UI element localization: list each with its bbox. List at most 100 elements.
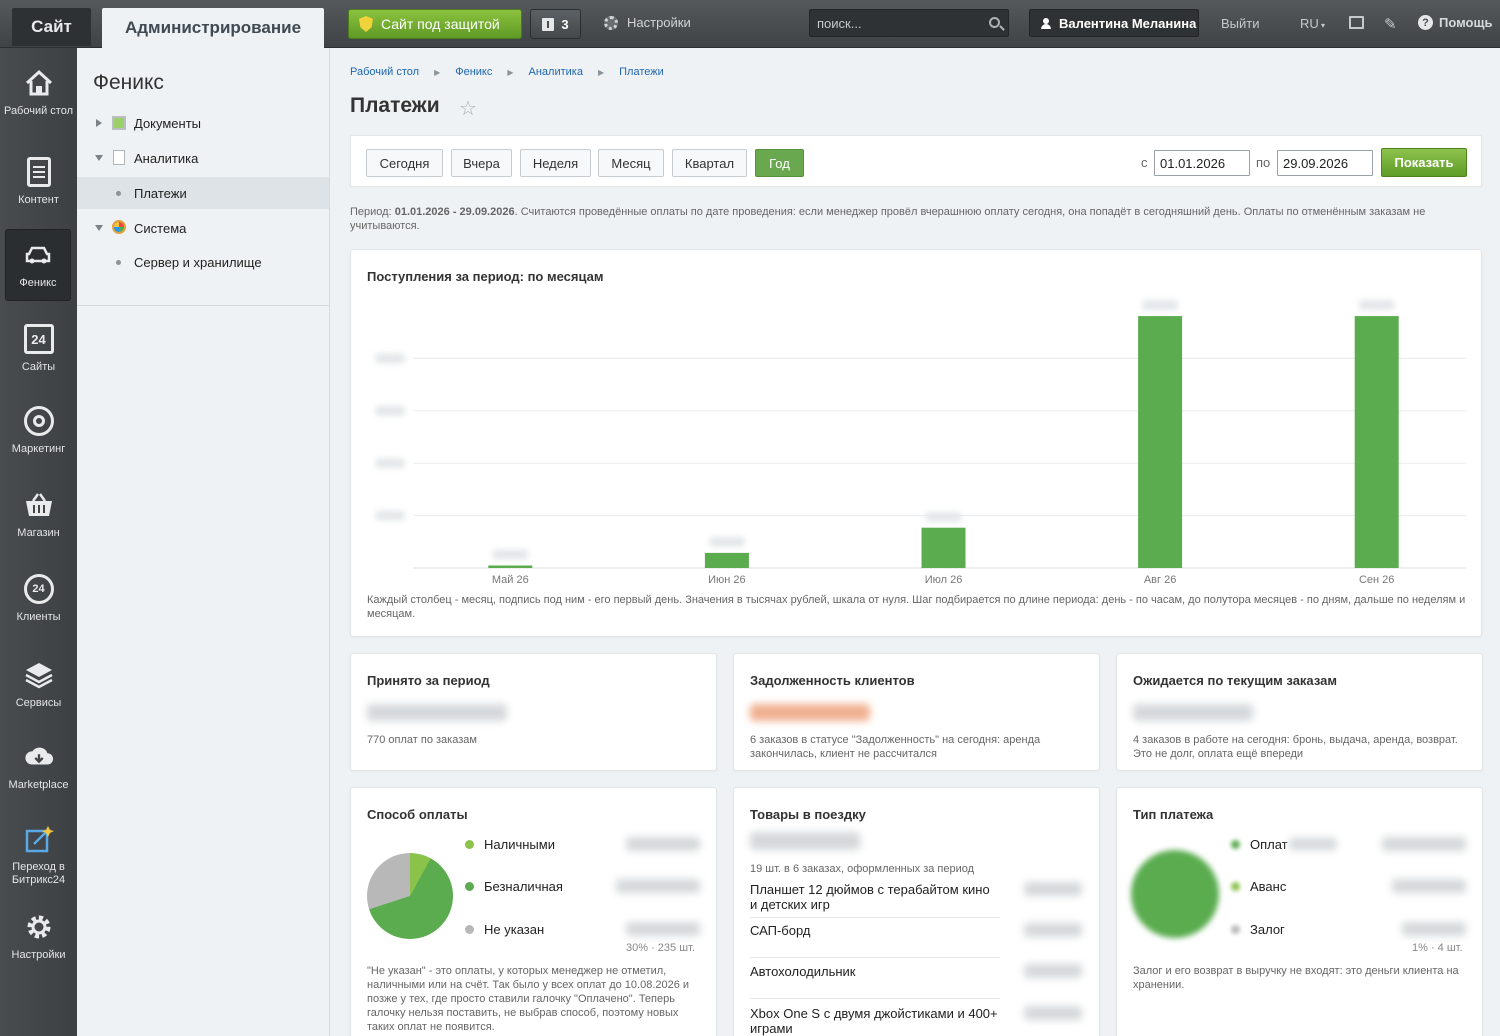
kpi-title: Ожидается по текущим заказам <box>1133 673 1337 688</box>
period-button-week[interactable]: Неделя <box>520 149 591 177</box>
cloud-download-icon <box>24 742 54 772</box>
x-tick-label: Июл 26 <box>925 574 963 586</box>
collapse-icon[interactable] <box>95 155 103 161</box>
section-tree-panel: Феникс Документы Аналитика Платежи Систе… <box>77 48 330 1036</box>
site-tab[interactable]: Сайт <box>12 8 91 46</box>
nav-item-settings[interactable]: Настройки <box>0 912 77 962</box>
bar-value-label-hidden <box>1358 300 1395 311</box>
breadcrumb-item[interactable]: Аналитика <box>529 66 583 79</box>
nav-item-marketing[interactable]: Маркетинг <box>0 406 77 456</box>
bar-value-label-hidden <box>708 536 745 547</box>
notifications-count: 3 <box>561 16 569 32</box>
revenue-bar-chart: Май 26 Июн 26 Июл 26 Авг 26 Сен 26 <box>375 300 1466 586</box>
tree-item-analytics[interactable]: Аналитика <box>77 142 329 174</box>
chart-bar[interactable] <box>1354 316 1399 568</box>
language-select[interactable]: RU ▾ <box>1300 16 1325 31</box>
nav-item-shop[interactable]: Магазин <box>0 490 77 540</box>
goods-total-hidden <box>750 832 860 850</box>
row-divider <box>750 917 1000 918</box>
nav-item-fenix[interactable]: Феникс <box>5 229 71 301</box>
expand-icon[interactable] <box>96 119 102 127</box>
nav-item-content[interactable]: Контент <box>0 157 77 207</box>
chart-bar[interactable] <box>704 552 749 568</box>
shield-icon <box>359 16 373 32</box>
show-button[interactable]: Показать <box>1381 148 1467 177</box>
kpi-card-received: Принято за период 770 оплат по заказам <box>350 653 717 771</box>
folder-icon <box>112 116 126 130</box>
legend-value-hidden <box>1392 879 1466 893</box>
calendar-24-icon: 24 <box>23 324 54 354</box>
breadcrumb-item[interactable]: Платежи <box>619 66 664 79</box>
x-tick-label: Июн 26 <box>708 574 746 586</box>
nav-item-clients[interactable]: 24 Клиенты <box>0 574 77 624</box>
system-icon <box>112 220 126 234</box>
favorite-star-icon[interactable]: ☆ <box>459 96 477 121</box>
help-label: Помощь <box>1439 15 1493 30</box>
legend-item-advance: Аванс <box>1231 879 1286 894</box>
legend-value-hidden <box>626 922 700 936</box>
breadcrumb-item[interactable]: Феникс <box>455 66 492 79</box>
nav-item-sites[interactable]: 24 Сайты <box>0 324 77 374</box>
card-note: Залог и его возврат в выручку не входят:… <box>1133 965 1459 991</box>
basket-icon <box>24 490 54 520</box>
settings-link[interactable]: Настройки <box>604 15 691 30</box>
left-navigation: Рабочий стол Контент Феникс 24 Сайты Мар… <box>0 48 77 1036</box>
tree-item-documents[interactable]: Документы <box>77 107 329 139</box>
keyboard-icon[interactable] <box>1349 16 1364 29</box>
breadcrumb-item[interactable]: Рабочий стол <box>350 66 419 79</box>
help-link[interactable]: ? Помощь <box>1418 15 1492 30</box>
legend-item-payment: Оплат <box>1231 837 1288 852</box>
tree-item-payments[interactable]: Платежи <box>77 177 329 209</box>
bar-value-label-hidden <box>925 511 962 522</box>
tree-item-server-storage[interactable]: Сервер и хранилище <box>77 246 329 278</box>
bar-value-label-hidden <box>492 549 529 560</box>
chart-note: Каждый столбец - месяц, подпись под ним … <box>367 594 1466 620</box>
chart-bar[interactable] <box>921 527 966 568</box>
car-icon <box>23 240 53 270</box>
target-icon <box>23 406 54 436</box>
tree-item-system[interactable]: Система <box>77 212 329 244</box>
admin-tab[interactable]: Администрирование <box>102 8 324 48</box>
nav-item-marketplace[interactable]: Marketplace <box>0 742 77 792</box>
tree-title: Феникс <box>93 71 164 94</box>
legend-value-hidden <box>1402 922 1466 936</box>
goods-item: Планшет 12 дюймов с терабайтом кино и де… <box>750 882 990 912</box>
collapse-icon[interactable] <box>95 225 103 231</box>
search-icon[interactable] <box>989 17 1000 28</box>
chart-bar[interactable] <box>488 565 533 568</box>
y-tick-label-hidden <box>375 510 405 521</box>
chart-bar[interactable] <box>1138 316 1183 568</box>
date-to-input[interactable] <box>1277 150 1373 176</box>
period-button-today[interactable]: Сегодня <box>366 149 443 177</box>
goods-value-hidden <box>1024 882 1082 896</box>
site-protected-button[interactable]: Сайт под защитой <box>348 9 522 39</box>
period-button-yesterday[interactable]: Вчера <box>451 149 512 177</box>
gear-icon <box>24 912 54 942</box>
nav-item-bitrix24[interactable]: Переход в Битрикс24 <box>0 824 77 887</box>
bullet-icon <box>116 260 121 265</box>
period-button-year[interactable]: Год <box>755 149 804 177</box>
nav-item-services[interactable]: Сервисы <box>0 660 77 710</box>
period-button-month[interactable]: Месяц <box>598 149 664 177</box>
date-to-label: по <box>1256 155 1271 170</box>
trip-goods-card: Товары в поездку 19 шт. в 6 заказах, офо… <box>733 787 1100 1036</box>
nav-item-desktop[interactable]: Рабочий стол <box>0 68 77 118</box>
kpi-note: 770 оплат по заказам <box>367 734 477 746</box>
logout-link[interactable]: Выйти <box>1221 16 1260 31</box>
external-icon <box>24 824 54 854</box>
breadcrumb: Рабочий стол ▶ Феникс ▶ Аналитика ▶ Платежи <box>350 66 664 79</box>
period-button-quarter[interactable]: Квартал <box>672 149 747 177</box>
legend-item-cashless: Безналичная <box>465 879 563 894</box>
pin-icon[interactable]: ✎ <box>1384 15 1397 33</box>
kpi-title: Задолженность клиентов <box>750 673 915 688</box>
notifications-button[interactable]: 3 <box>530 9 581 39</box>
user-icon <box>1041 17 1051 29</box>
kpi-note: 6 заказов в статусе "Задолженность" на с… <box>750 734 1041 760</box>
period-filter-panel: Сегодня Вчера Неделя Месяц Квартал Год с… <box>350 135 1482 187</box>
x-tick-label: Сен 26 <box>1359 574 1394 586</box>
goods-item: Xbox One S с двумя джойстиками и 400+ иг… <box>750 1006 998 1036</box>
search-input[interactable]: поиск... <box>809 9 1009 37</box>
date-from-input[interactable] <box>1154 150 1250 176</box>
user-menu-button[interactable]: Валентина Меланина <box>1029 9 1199 37</box>
x-tick-label: Авг 26 <box>1144 574 1176 586</box>
